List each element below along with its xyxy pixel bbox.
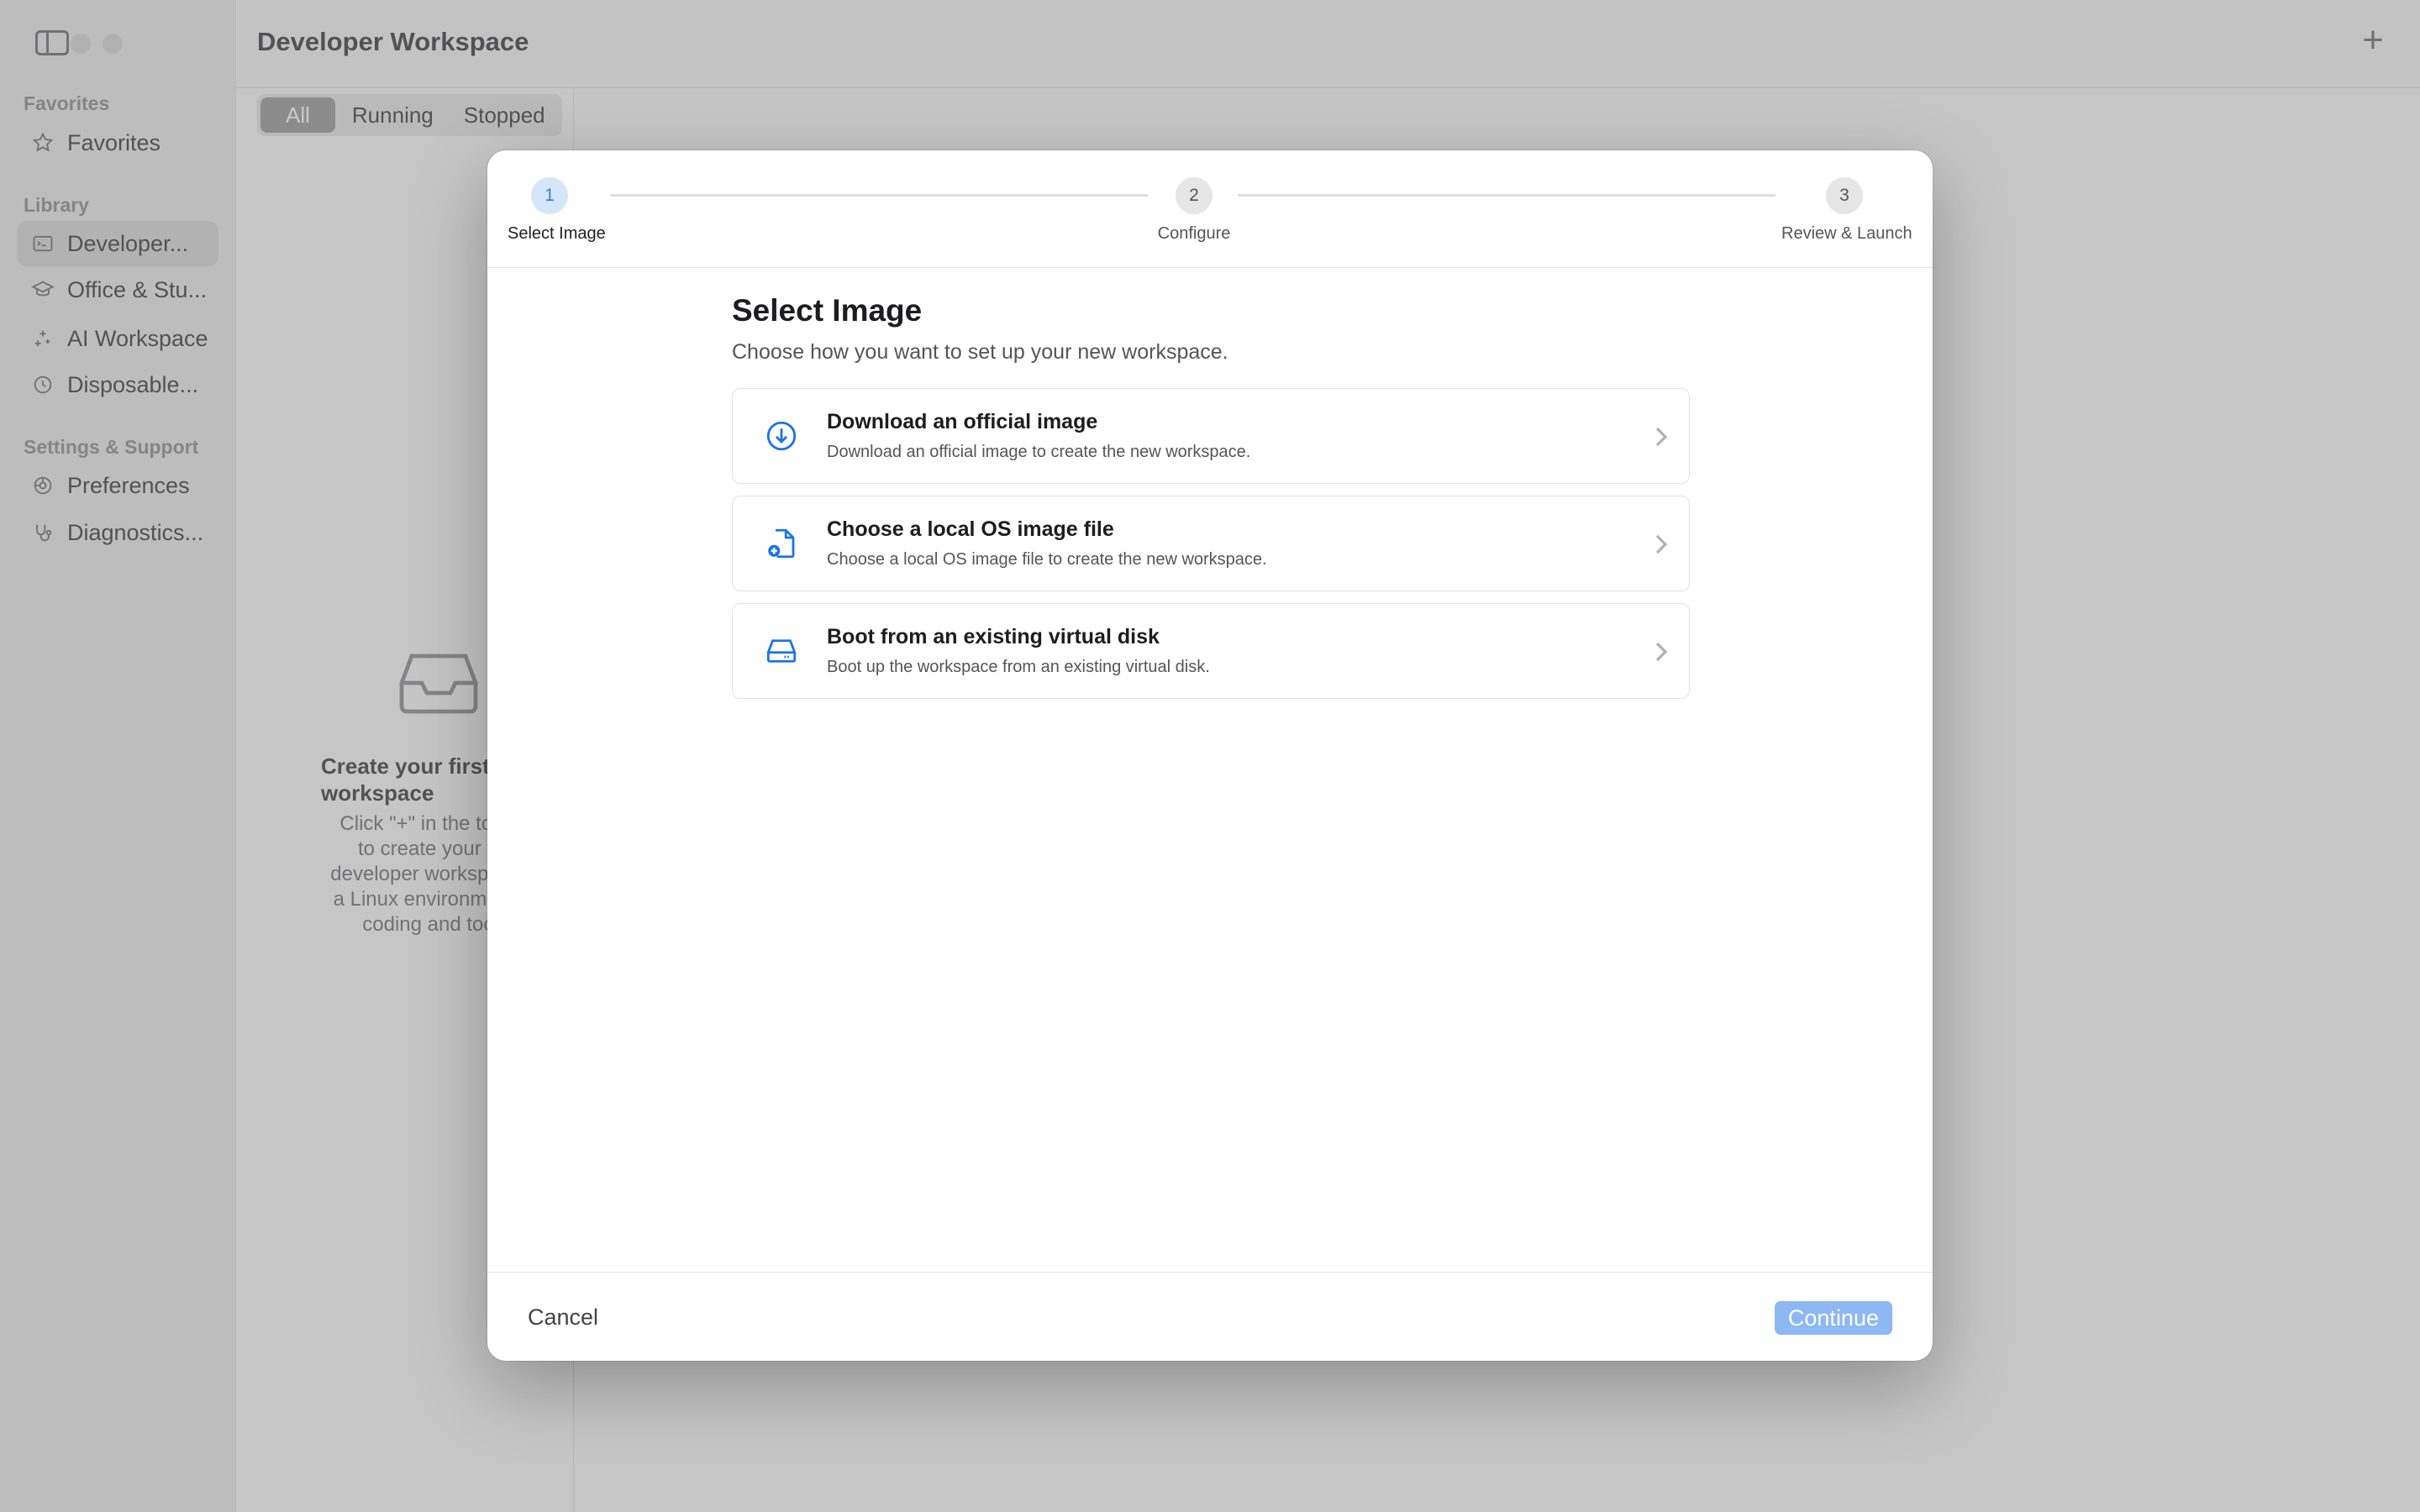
chevron-right-icon xyxy=(1655,427,1668,447)
option-title: Boot from an existing virtual disk xyxy=(827,625,1160,648)
wizard-content: Select Image Choose how you want to set … xyxy=(732,293,1690,711)
step-connector xyxy=(1238,194,1776,197)
chevron-right-icon xyxy=(1655,642,1668,662)
option-title: Download an official image xyxy=(827,410,1098,433)
step-connector xyxy=(610,194,1148,197)
download-circle-icon xyxy=(763,417,800,454)
continue-button[interactable]: Continue xyxy=(1774,1301,1892,1335)
option-boot-existing-disk[interactable]: Boot from an existing virtual disk Boot … xyxy=(732,603,1690,699)
step-number: 3 xyxy=(1826,177,1863,214)
new-workspace-dialog: 1 Select Image 2 Configure 3 Review & La… xyxy=(487,150,1933,1361)
step-review-launch: 3 Review & Launch xyxy=(1781,177,1912,244)
disk-drive-icon xyxy=(763,633,800,669)
dialog-footer: Cancel Continue xyxy=(487,1272,1933,1361)
option-description: Choose a local OS image file to create t… xyxy=(827,550,1267,569)
wizard-stepper: 1 Select Image 2 Configure 3 Review & La… xyxy=(487,150,1933,268)
dialog-heading: Select Image xyxy=(732,293,923,328)
document-add-icon xyxy=(763,525,800,562)
step-number: 2 xyxy=(1176,177,1213,214)
option-description: Download an official image to create the… xyxy=(827,443,1251,461)
option-choose-local-image[interactable]: Choose a local OS image file Choose a lo… xyxy=(732,496,1690,591)
image-source-options: Download an official image Download an o… xyxy=(732,388,1690,699)
dialog-subheading: Choose how you want to set up your new w… xyxy=(732,340,1228,364)
step-configure: 2 Configure xyxy=(1152,177,1236,244)
option-title: Choose a local OS image file xyxy=(827,517,1114,541)
step-label: Select Image xyxy=(508,224,606,243)
step-select-image: 1 Select Image xyxy=(508,177,606,244)
step-label: Review & Launch xyxy=(1781,224,1912,243)
chevron-right-icon xyxy=(1655,534,1668,554)
cancel-button[interactable]: Cancel xyxy=(528,1305,598,1331)
step-label: Configure xyxy=(1157,224,1231,243)
option-download-official-image[interactable]: Download an official image Download an o… xyxy=(732,388,1690,484)
step-number: 1 xyxy=(531,177,568,214)
option-description: Boot up the workspace from an existing v… xyxy=(827,658,1210,676)
